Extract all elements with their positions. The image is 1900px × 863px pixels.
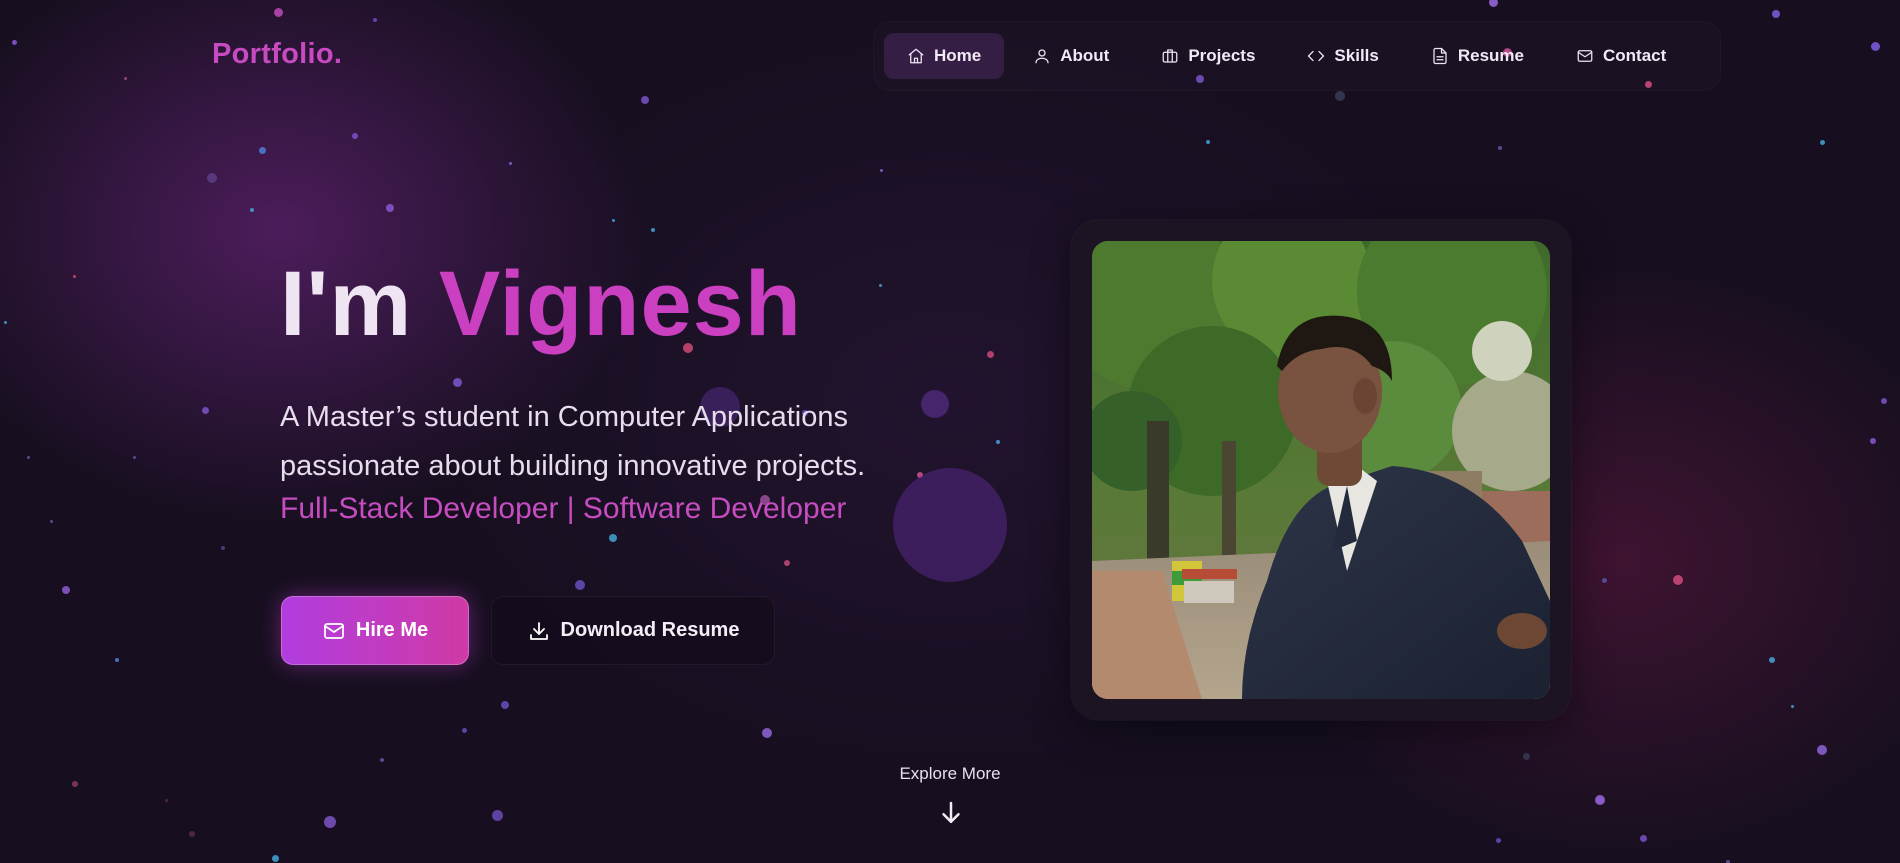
hero-name: Vignesh xyxy=(438,253,802,355)
particle-dot xyxy=(164,798,168,802)
particle-dot xyxy=(611,218,615,222)
nav-item-contact[interactable]: Contact xyxy=(1553,33,1689,79)
particle-dot xyxy=(386,204,394,212)
particle-dot xyxy=(1488,0,1498,7)
mail-icon xyxy=(1577,50,1593,62)
hero-description: A Master’s student in Computer Applicati… xyxy=(280,401,866,482)
particle-dot xyxy=(11,39,17,45)
hire-me-button[interactable]: Hire Me xyxy=(281,596,469,665)
particle-dot xyxy=(491,809,503,821)
nav-label: Projects xyxy=(1188,46,1256,65)
particle-dot xyxy=(221,546,225,550)
particle-dot xyxy=(324,816,336,828)
particle-dot xyxy=(26,455,30,459)
particle-dot xyxy=(1206,140,1210,144)
arrow-down-icon xyxy=(942,801,960,823)
particle-dot xyxy=(380,758,384,762)
particle-dot xyxy=(1881,398,1887,404)
logo[interactable]: Portfolio. xyxy=(212,38,342,71)
nav-item-skills[interactable]: Skills xyxy=(1284,33,1401,79)
nav-item-resume[interactable]: Resume xyxy=(1408,33,1547,79)
particle-dot xyxy=(1673,575,1683,585)
particle-dot xyxy=(1601,577,1607,583)
particle-dot xyxy=(1769,657,1775,663)
document-icon xyxy=(1433,47,1447,65)
particle-dot xyxy=(115,658,119,662)
decorative-circle xyxy=(921,390,949,418)
particle-dot xyxy=(762,728,772,738)
profile-photo-frame xyxy=(1071,220,1571,720)
particle-dot xyxy=(452,377,462,387)
particle-dot xyxy=(461,727,467,733)
nav-item-home[interactable]: Home xyxy=(884,33,1005,79)
code-icon xyxy=(1308,50,1325,62)
particle-dot xyxy=(1870,438,1876,444)
particle-dot xyxy=(1790,704,1794,708)
particle-dot xyxy=(1817,745,1827,755)
hero-roles: Full-Stack Developer | Software Develope… xyxy=(280,492,847,525)
download-resume-label: Download Resume xyxy=(560,619,740,641)
particle-dot xyxy=(250,208,254,212)
particle-dot xyxy=(352,133,358,139)
user-icon xyxy=(1035,49,1049,64)
particle-dot xyxy=(271,854,279,862)
explore-more-label: Explore More xyxy=(899,764,1001,783)
particle-dot xyxy=(201,406,209,414)
particle-dot xyxy=(207,173,217,183)
particle-dot xyxy=(996,440,1000,444)
particle-dot xyxy=(258,146,266,154)
home-icon xyxy=(908,48,924,64)
particle-dot xyxy=(273,7,283,17)
particle-dot xyxy=(132,455,136,459)
nav-label: Resume xyxy=(1457,46,1524,65)
particle-dot xyxy=(575,580,585,590)
particle-dot xyxy=(651,228,655,232)
particle-dot xyxy=(62,586,70,594)
particle-dot xyxy=(1595,795,1605,805)
explore-more-button[interactable] xyxy=(936,798,966,828)
particle-dot xyxy=(879,168,883,172)
particle-dot xyxy=(609,534,617,542)
particle-dot xyxy=(878,283,882,287)
particle-dot xyxy=(373,18,377,22)
particle-dot xyxy=(784,560,790,566)
download-resume-button[interactable]: Download Resume xyxy=(491,596,775,665)
particle-dot xyxy=(641,96,649,104)
nav-label: Skills xyxy=(1334,46,1379,65)
particle-dot xyxy=(1335,91,1345,101)
nav-label: Contact xyxy=(1602,46,1667,65)
nav-label: Home xyxy=(934,46,982,65)
particle-dot xyxy=(1772,10,1780,18)
particle-dot xyxy=(986,350,994,358)
particle-dot xyxy=(49,519,53,523)
portfolio-page: Portfolio. Home About Projects Skills Re… xyxy=(0,0,1900,863)
particle-dot xyxy=(1639,834,1647,842)
mail-icon xyxy=(323,622,344,639)
particle-dot xyxy=(72,274,76,278)
particle-dot xyxy=(508,161,512,165)
particle-dot xyxy=(123,76,127,80)
nav-item-projects[interactable]: Projects xyxy=(1138,33,1278,79)
particle-dot xyxy=(1498,146,1502,150)
main-nav: Home About Projects Skills Resume Contac… xyxy=(874,22,1720,90)
download-icon xyxy=(529,621,548,640)
briefcase-icon xyxy=(1162,49,1178,63)
particle-dot xyxy=(1522,752,1530,760)
hero-greeting: I'm xyxy=(280,253,413,355)
hero-title: I'm Vignesh xyxy=(280,258,802,350)
particle-dot xyxy=(1870,41,1880,51)
particle-dot xyxy=(501,701,509,709)
particle-dot xyxy=(189,831,195,837)
particle-dot xyxy=(1819,139,1825,145)
nav-item-about[interactable]: About xyxy=(1010,33,1132,79)
particle-dot xyxy=(3,320,7,324)
nav-label: About xyxy=(1060,46,1110,65)
hire-me-label: Hire Me xyxy=(355,619,429,641)
profile-photo-illustration xyxy=(1092,241,1550,699)
particle-dot xyxy=(1495,837,1501,843)
profile-photo xyxy=(1092,241,1550,699)
